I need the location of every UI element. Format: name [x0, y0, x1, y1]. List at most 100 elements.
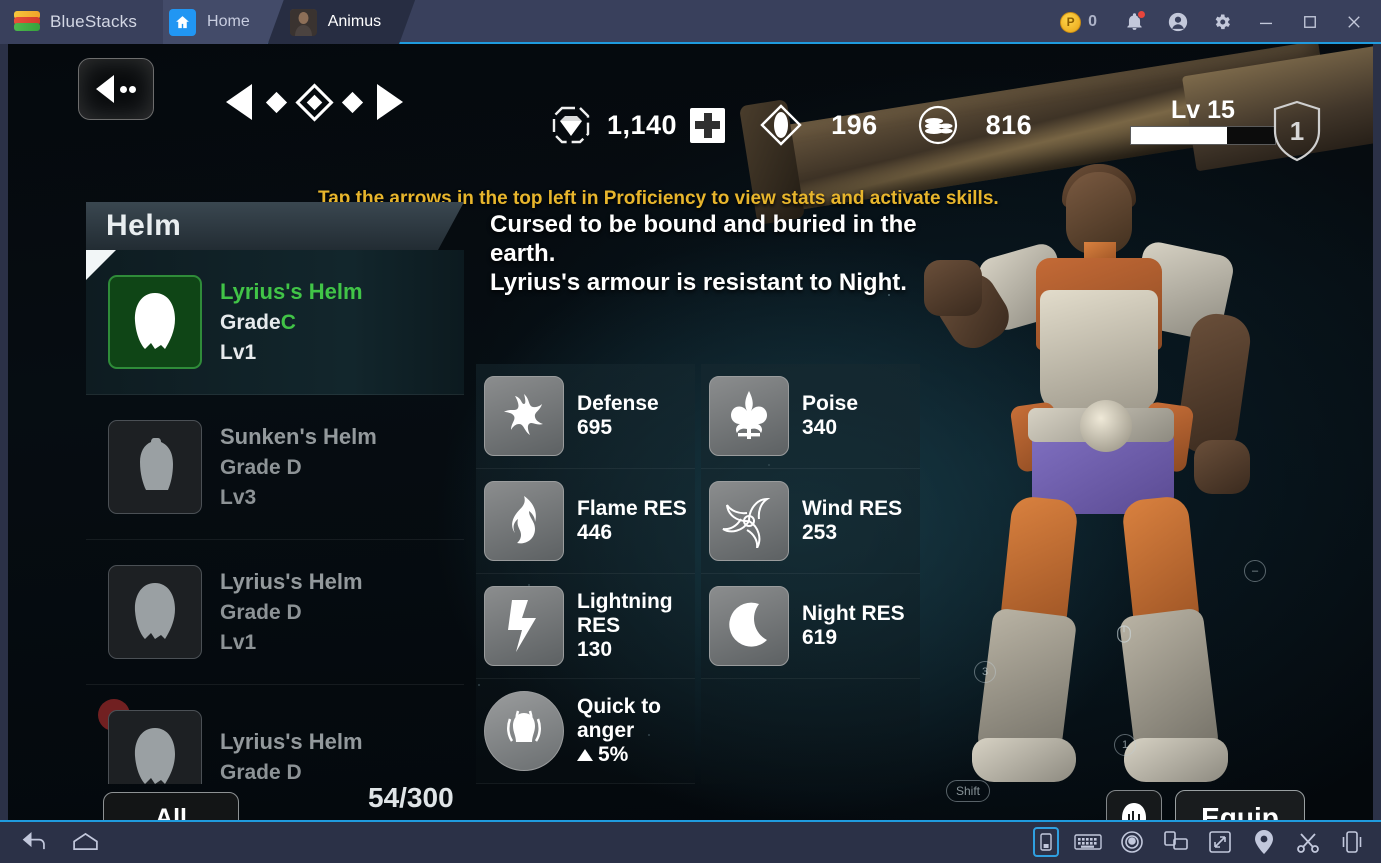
keyboard-icon[interactable]	[1073, 827, 1103, 857]
shield-badge-value: 1	[1289, 116, 1305, 146]
keymap-hint-1: 1	[1114, 734, 1136, 756]
item-name: Lyrius's Helm	[220, 279, 363, 304]
fullscreen-icon[interactable]	[1205, 827, 1235, 857]
stat-name: Flame RES	[577, 497, 687, 520]
proficiency-nav[interactable]	[226, 82, 403, 122]
tab-animus-label: Animus	[327, 13, 382, 30]
coins-value: 816	[985, 109, 1033, 140]
list-item[interactable]: Sunken's Helm Grade D Lv3	[86, 395, 464, 540]
stat-text: Wind RES 253	[802, 497, 902, 545]
level-progress-bar	[1130, 126, 1276, 145]
character-model[interactable]	[888, 164, 1318, 792]
stat-name: Quick to anger	[577, 695, 662, 742]
home-icon[interactable]	[70, 827, 100, 857]
helm-slot-button[interactable]	[1106, 790, 1162, 820]
list-item[interactable]: Lyrius's Helm Grade C Lv1	[86, 250, 464, 395]
arrow-left-icon[interactable]	[226, 84, 252, 120]
item-count: 54/300	[368, 782, 454, 813]
bluestacks-window: BlueStacks Home Animus P 0 Shift 3 1 – 1…	[0, 0, 1381, 863]
equip-button[interactable]: Equip	[1175, 790, 1305, 820]
shake-icon[interactable]	[1337, 827, 1367, 857]
stat-flame-res: Flame RES 446	[476, 469, 695, 574]
soul-diamond-icon	[758, 102, 804, 148]
multi-instance-icon[interactable]	[1033, 826, 1059, 857]
fleur-de-lis-icon	[709, 376, 789, 456]
stat-value: 619	[802, 626, 838, 650]
stat-empty-slot	[701, 679, 920, 784]
item-thumbnail	[108, 275, 202, 369]
stat-value: 5%	[577, 743, 687, 767]
maximize-icon[interactable]	[1289, 1, 1331, 43]
helmet-icon	[134, 293, 175, 349]
foot-right	[1124, 738, 1228, 782]
bell-icon[interactable]	[1113, 1, 1155, 43]
gem-value: 1,140	[607, 109, 678, 140]
diamond-small-icon[interactable]	[265, 91, 288, 113]
tab-animus[interactable]: Animus	[268, 0, 415, 44]
item-grade: Grade D	[220, 761, 302, 784]
filter-all-button[interactable]: All	[103, 792, 239, 820]
wind-spiral-icon	[709, 481, 789, 562]
item-level: Lv1	[220, 631, 257, 654]
list-item[interactable]: Lyrius's Helm Grade D Lv1	[86, 540, 464, 685]
item-grade: Grade C	[220, 311, 296, 334]
minimize-icon[interactable]	[1245, 1, 1287, 43]
gear-icon[interactable]	[1201, 1, 1243, 43]
bluestacks-brand: BlueStacks	[0, 0, 164, 44]
flame-icon	[484, 481, 564, 561]
bluestacks-titlebar: BlueStacks Home Animus P 0	[0, 0, 1381, 44]
item-meta: Lyrius's Helm Grade C Lv1	[220, 279, 363, 365]
stat-name: Defense	[577, 392, 659, 415]
tab-home[interactable]: Home	[147, 0, 284, 44]
stat-name: Wind RES	[802, 497, 903, 521]
soul-value: 196	[831, 109, 878, 140]
keymap-hint-dash: –	[1244, 560, 1266, 582]
item-level: Lv1	[220, 341, 257, 364]
item-grade: Grade D	[220, 456, 302, 479]
rotate-icon[interactable]	[1161, 827, 1191, 857]
helmet-icon	[134, 728, 175, 784]
stat-quick-to-anger: Quick to anger 5%	[476, 679, 695, 784]
arrow-right-icon[interactable]	[377, 84, 403, 120]
stat-text: Poise 340	[802, 392, 858, 440]
home-icon	[169, 8, 197, 36]
brand-label: BlueStacks	[50, 12, 138, 31]
list-item[interactable]: Lyrius's Helm Grade D	[86, 685, 464, 784]
scissors-icon[interactable]	[1293, 827, 1323, 857]
stat-night-res: Night RES 619	[701, 574, 920, 680]
stat-value: 253	[802, 521, 838, 545]
rage-icon	[484, 691, 564, 771]
diamond-large-icon[interactable]	[295, 82, 334, 122]
helmet-icon	[140, 438, 173, 490]
stat-text: Flame RES 446	[577, 497, 687, 545]
item-meta: Lyrius's Helm Grade D	[220, 729, 363, 784]
stat-name: Night RES	[802, 602, 905, 626]
page-title: Helm	[106, 209, 182, 242]
points-value: 0	[1088, 13, 1097, 30]
item-list[interactable]: Lyrius's Helm Grade C Lv1 Sunken's Helm …	[86, 250, 464, 784]
titlebar-controls: P 0	[1060, 0, 1381, 44]
diamond-small-icon[interactable]	[341, 91, 364, 113]
back-icon[interactable]	[18, 827, 48, 857]
stat-text: Lightning RES 130	[577, 590, 687, 662]
arrow-up-icon	[577, 749, 593, 761]
item-name: Lyrius's Helm	[220, 729, 363, 754]
level-progress-fill	[1131, 127, 1228, 144]
back-button[interactable]	[78, 58, 154, 120]
keymap-hint-3: 3	[974, 661, 996, 683]
account-icon[interactable]	[1157, 1, 1199, 43]
stat-value: 446	[577, 521, 613, 544]
item-description: Cursed to be bound and buried in the ear…	[490, 211, 917, 296]
hand-right	[1194, 440, 1250, 494]
game-viewport[interactable]: Shift 3 1 – 1,140 196 816 Lv 15 1 Tap th…	[8, 44, 1373, 820]
points-display[interactable]: P 0	[1060, 11, 1097, 33]
item-grade: Grade D	[220, 601, 302, 624]
stat-text: Quick to anger 5%	[577, 695, 687, 767]
location-icon[interactable]	[1249, 827, 1279, 857]
coins-icon	[915, 102, 961, 148]
item-meta: Lyrius's Helm Grade D Lv1	[220, 569, 363, 655]
stat-poise: Poise 340	[701, 364, 920, 470]
eye-icon[interactable]	[1117, 827, 1147, 857]
lightning-icon	[484, 586, 564, 666]
close-icon[interactable]	[1333, 1, 1375, 43]
